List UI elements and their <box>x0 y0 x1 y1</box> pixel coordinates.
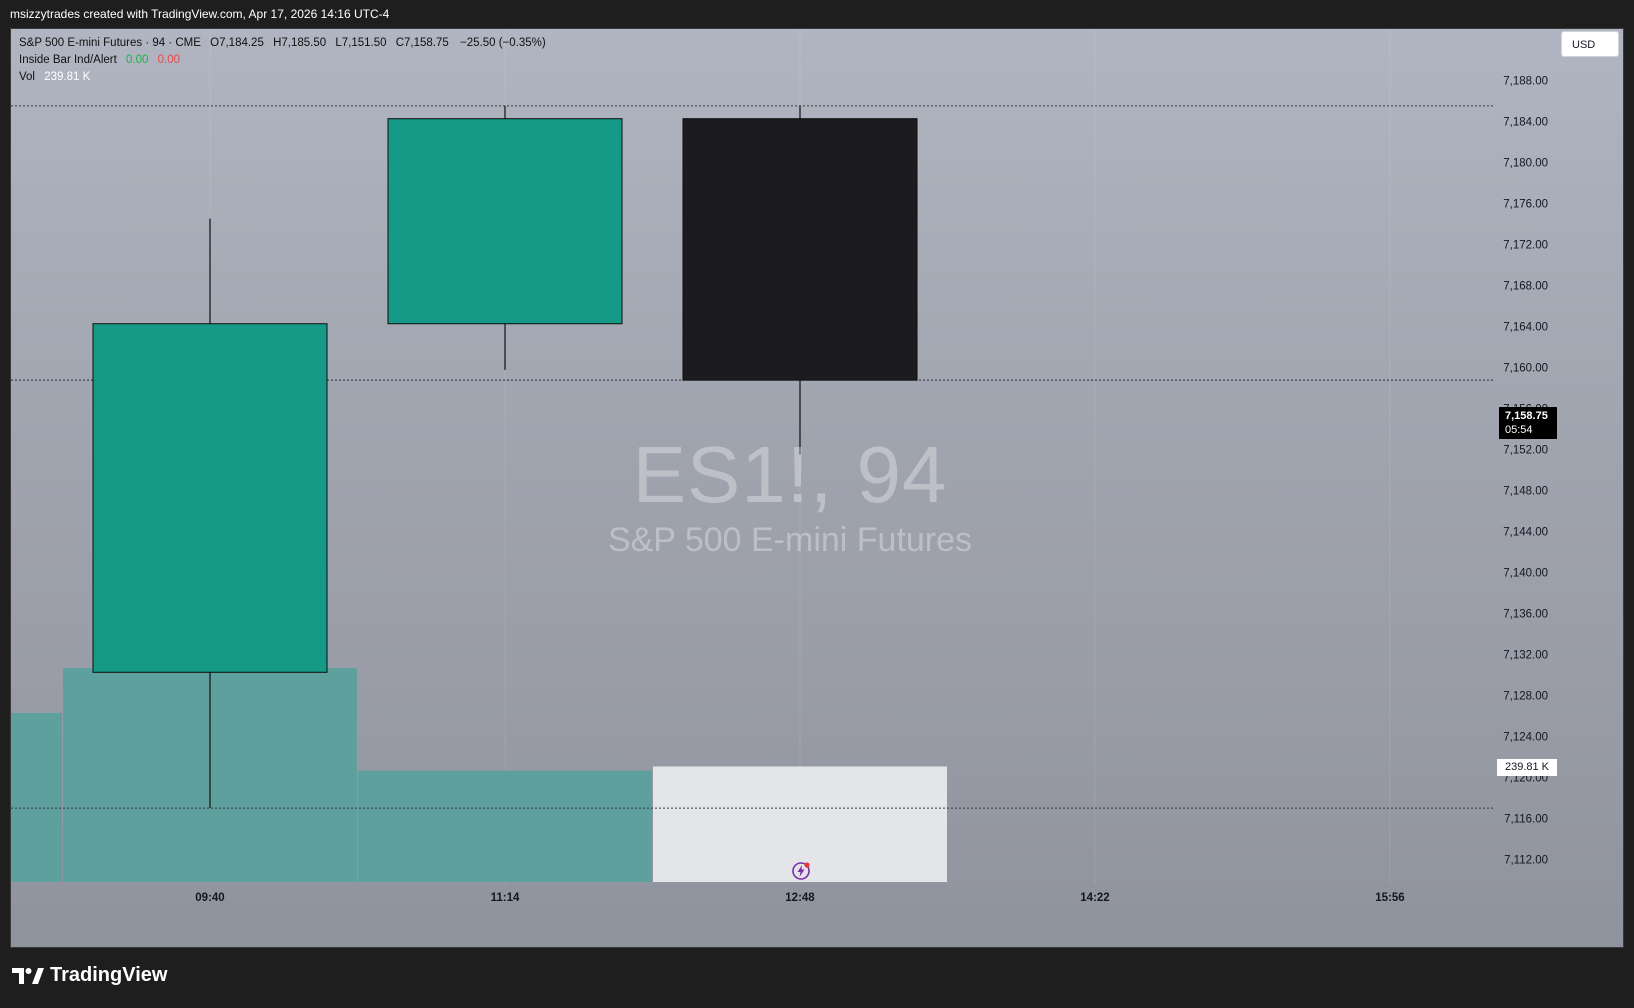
legend-change: −25.50 (−0.35%) <box>460 37 546 49</box>
volume-bar-2 <box>358 770 652 882</box>
legend-indicator-row[interactable]: Inside Bar Ind/Alert 0.00 0.00 <box>19 52 546 69</box>
y-tick-label-14: 7,132.00 <box>1503 649 1548 661</box>
x-tick-label-4: 15:56 <box>1375 892 1404 904</box>
tradingview-logo[interactable]: TradingView <box>12 964 167 987</box>
x-tick-label-3: 14:22 <box>1080 892 1109 904</box>
legend-open: O7,184.25 <box>210 37 264 49</box>
x-tick-label-0: 09:40 <box>195 892 224 904</box>
y-tick-label-1: 7,184.00 <box>1503 116 1548 128</box>
brand-name: TradingView <box>50 964 168 986</box>
candle-body-1 <box>387 118 623 325</box>
x-tick-label-1: 11:14 <box>491 892 520 904</box>
volume-value: 239.81 K <box>44 71 91 83</box>
chart-pane[interactable]: 7,188.00 7,184.00 7,180.00 7,176.00 7,172.00… <box>10 28 1624 948</box>
indicator-name[interactable]: Inside Bar Ind/Alert <box>19 54 117 66</box>
y-tick-label-13: 7,136.00 <box>1503 608 1548 620</box>
watermark-symbol: ES1!, 94 <box>632 430 948 519</box>
volume-bar-0 <box>11 712 62 882</box>
y-tick-label-2: 7,180.00 <box>1503 157 1548 169</box>
watermark-name: S&P 500 E-mini Futures <box>607 521 973 559</box>
x-tick-label-2: 12:48 <box>785 892 815 904</box>
chart-legend: S&P 500 E-mini Futures · 94 · CME O7,184… <box>19 35 546 86</box>
y-tick-label-7: 7,160.00 <box>1503 362 1548 374</box>
time-axis: 09:40 11:14 12:48 14:22 15:56 <box>195 892 1404 904</box>
indicator-value-1: 0.00 <box>126 54 149 66</box>
legend-symbol[interactable]: S&P 500 E-mini Futures · 94 · CME <box>19 37 201 49</box>
y-tick-label-0: 7,188.00 <box>1503 75 1548 87</box>
currency-button[interactable]: USD <box>1561 31 1619 57</box>
last-price-label: 7,158.75 05:54 <box>1499 407 1557 439</box>
y-tick-label-18: 7,116.00 <box>1504 813 1548 825</box>
footer: TradingView <box>0 948 1634 1008</box>
volume-label[interactable]: Vol <box>19 71 35 83</box>
y-tick-label-19: 7,112.00 <box>1504 854 1548 866</box>
legend-close: C7,158.75 <box>395 37 449 49</box>
y-tick-label-12: 7,140.00 <box>1503 567 1548 579</box>
lightning-icon[interactable] <box>791 861 811 881</box>
y-tick-label-6: 7,164.00 <box>1503 321 1548 333</box>
y-tick-label-15: 7,128.00 <box>1503 690 1548 702</box>
volume-axis-label: 239.81 K <box>1497 759 1557 776</box>
bar-countdown: 05:54 <box>1505 424 1533 436</box>
attribution-bar: msizzytrades created with TradingView.co… <box>10 7 390 21</box>
indicator-value-2: 0.00 <box>157 54 180 66</box>
legend-high: H7,185.50 <box>273 37 327 49</box>
y-tick-label-3: 7,176.00 <box>1503 198 1548 210</box>
tradingview-logo-icon <box>12 967 44 984</box>
legend-low: L7,151.50 <box>335 37 387 49</box>
legend-main-row[interactable]: S&P 500 E-mini Futures · 94 · CME O7,184… <box>19 35 546 52</box>
volume-bars <box>11 668 947 882</box>
y-tick-label-4: 7,172.00 <box>1503 239 1548 251</box>
y-tick-label-16: 7,124.00 <box>1503 731 1548 743</box>
y-tick-label-5: 7,168.00 <box>1503 280 1548 292</box>
legend-volume-row[interactable]: Vol 239.81 K <box>19 69 546 86</box>
last-price-value: 7,158.75 <box>1505 410 1548 422</box>
candle-body-2 <box>682 118 918 381</box>
